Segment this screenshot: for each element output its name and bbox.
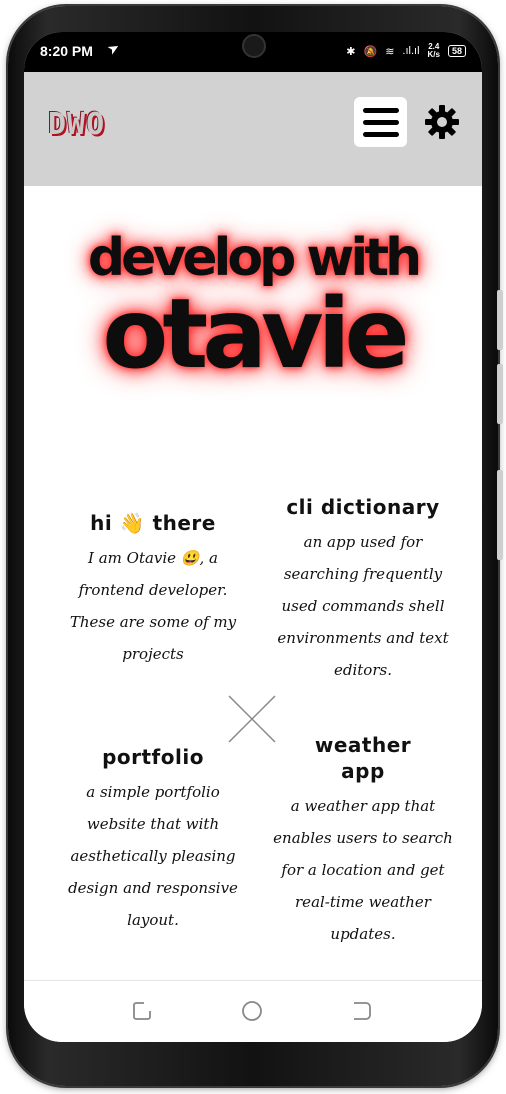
project-description-line: design and responsive bbox=[68, 879, 238, 897]
intro-text-line: projects bbox=[122, 645, 184, 663]
hero-line-otavie: otavie bbox=[102, 278, 409, 390]
hero-title: develop with otavie bbox=[24, 230, 482, 382]
hamburger-icon-bar bbox=[362, 119, 399, 125]
front-camera bbox=[242, 34, 266, 58]
project-description: an app used for searching frequently use… bbox=[268, 526, 458, 686]
status-bar: 8:20 PM ➤ ✱ 🔕 ≋ .ıl.ıl 2.4 K/s 58 bbox=[24, 32, 482, 72]
intro-text-line: I am Otavie 😃, a bbox=[88, 549, 218, 567]
project-description-line: website that with bbox=[86, 815, 220, 833]
project-title-line: app bbox=[341, 759, 385, 783]
status-time: 8:20 PM bbox=[40, 43, 93, 59]
mute-icon: 🔕 bbox=[363, 45, 378, 58]
phone-screen: 8:20 PM ➤ ✱ 🔕 ≋ .ıl.ıl 2.4 K/s 58 DWO de… bbox=[24, 32, 482, 1042]
waving-hand-icon: 👋 bbox=[119, 511, 146, 535]
project-description: a weather app that enables users to sear… bbox=[268, 790, 458, 950]
signal-icon: .ıl.ıl bbox=[402, 45, 420, 57]
home-circle-icon[interactable] bbox=[240, 999, 264, 1023]
back-icon[interactable] bbox=[350, 999, 374, 1023]
intro-title: hi 👋 there bbox=[48, 510, 258, 536]
project-description-line: layout. bbox=[127, 911, 179, 929]
project-description-line: searching frequently bbox=[283, 565, 443, 583]
project-description-line: for a location and get bbox=[281, 861, 445, 879]
project-card-weather-app[interactable]: weather app a weather app that enables u… bbox=[268, 732, 458, 950]
power-button bbox=[497, 470, 503, 560]
intro-text-line: frontend developer. bbox=[78, 581, 228, 599]
project-card-portfolio[interactable]: portfolio a simple portfolio website tha… bbox=[48, 744, 258, 936]
project-card-cli-dictionary[interactable]: cli dictionary an app used for searching… bbox=[268, 494, 458, 686]
menu-button[interactable] bbox=[354, 97, 407, 147]
project-description-line: enables users to search bbox=[273, 829, 453, 847]
bluetooth-icon: ✱ bbox=[346, 45, 356, 58]
site-header: DWO bbox=[24, 72, 482, 186]
gear-icon[interactable] bbox=[422, 102, 462, 142]
project-description-line: an app used for bbox=[303, 533, 423, 551]
intro-text: I am Otavie 😃, a frontend developer. The… bbox=[48, 542, 258, 670]
project-title[interactable]: weather app bbox=[268, 732, 458, 784]
telegram-icon: ➤ bbox=[104, 39, 123, 59]
network-speed: 2.4 K/s bbox=[428, 43, 440, 59]
volume-down-button bbox=[497, 364, 503, 424]
hamburger-icon-bar bbox=[362, 107, 399, 113]
battery-indicator: 58 bbox=[447, 45, 466, 57]
project-title[interactable]: portfolio bbox=[48, 744, 258, 770]
android-nav-bar bbox=[24, 980, 482, 1042]
project-description-line: editors. bbox=[334, 661, 392, 679]
intro-title-word: there bbox=[152, 511, 216, 535]
project-description-line: updates. bbox=[330, 925, 396, 943]
project-description-line: a weather app that bbox=[290, 797, 436, 815]
status-icons: ✱ 🔕 ≋ .ıl.ıl 2.4 K/s 58 bbox=[346, 43, 466, 59]
project-description-line: aesthetically pleasing bbox=[70, 847, 236, 865]
project-title[interactable]: cli dictionary bbox=[268, 494, 458, 520]
project-description-line: real-time weather bbox=[295, 893, 431, 911]
volume-up-button bbox=[497, 290, 503, 350]
intro-card: hi 👋 there I am Otavie 😃, a frontend dev… bbox=[48, 510, 258, 670]
site-logo[interactable]: DWO bbox=[48, 107, 105, 142]
intro-text-line: These are some of my bbox=[69, 613, 237, 631]
hamburger-icon-bar bbox=[362, 131, 399, 137]
project-description: a simple portfolio website that with aes… bbox=[48, 776, 258, 936]
network-speed-unit: K/s bbox=[427, 50, 440, 59]
recent-apps-icon[interactable] bbox=[130, 999, 154, 1023]
project-description-line: used commands shell bbox=[281, 597, 445, 615]
project-description-line: environments and text bbox=[277, 629, 449, 647]
wifi-icon: ≋ bbox=[385, 45, 395, 58]
project-title-line: weather bbox=[314, 733, 412, 757]
intro-title-word: hi bbox=[90, 511, 113, 535]
project-description-line: a simple portfolio bbox=[86, 783, 220, 801]
